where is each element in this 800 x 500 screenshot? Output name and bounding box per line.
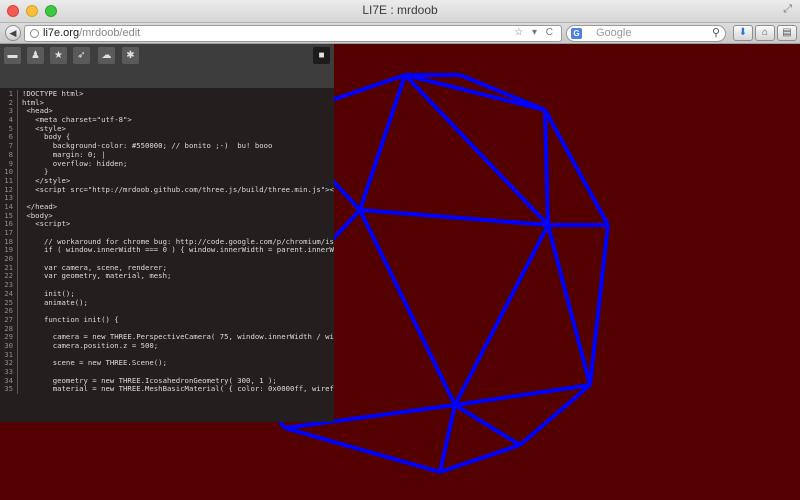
code-text: html> <box>22 97 44 107</box>
code-line: 25 animate(); <box>0 297 334 308</box>
url-path: /mrdoob/edit <box>79 27 141 39</box>
code-text: } <box>22 167 49 177</box>
address-text: li7e.org/mrdoob/edit <box>43 27 140 39</box>
code-text: material = new THREE.MeshBasicMaterial( … <box>22 384 334 394</box>
code-line: 35 material = new THREE.MeshBasicMateria… <box>0 384 334 395</box>
code-text: </style> <box>22 175 71 185</box>
editor-toolbar: ▬ ♟ ★ ➶ ☁ ✱ ■ <box>0 44 334 88</box>
home-button[interactable]: ⌂ <box>755 25 775 41</box>
code-text: camera.position.z = 500; <box>22 340 159 350</box>
code-text: <style> <box>22 123 66 133</box>
code-text: // workaround for chrome bug: http://cod… <box>22 236 334 246</box>
editor-star-icon[interactable]: ★ <box>50 47 67 64</box>
search-placeholder: Google <box>596 27 632 39</box>
editor-toggle-button[interactable]: ■ <box>313 47 330 64</box>
bookmark-reload-icons[interactable]: ☆ ▾ C <box>514 27 556 38</box>
window-title: LI7E : mrdoob <box>362 3 438 17</box>
download-button[interactable]: ⬇ <box>733 25 753 41</box>
code-text: <script src="http://mrdoob.github.com/th… <box>22 184 334 194</box>
code-area[interactable]: 1 !DOCTYPE html> 2 html> 3 <head> 4 <meta cha… <box>0 89 334 395</box>
code-text: overflow: hidden; <box>22 158 128 168</box>
globe-icon <box>30 29 39 38</box>
code-text: var camera, scene, renderer; <box>22 262 167 272</box>
code-line: 22 var geometry, material, mesh; <box>0 271 334 282</box>
code-text: !DOCTYPE html> <box>22 89 84 98</box>
code-text: <script> <box>22 219 71 229</box>
code-text: camera = new THREE.PerspectiveCamera( 75… <box>22 332 334 342</box>
code-text: function init() { <box>22 314 119 324</box>
fullscreen-icon[interactable]: ⤢ <box>783 3 792 16</box>
search-input[interactable]: G Google ⚲ <box>566 25 726 42</box>
code-editor-panel: ▬ ♟ ★ ➶ ☁ ✱ ■ 1 !DOCTYPE html> 2 html> 3 <head> 4 <… <box>0 44 334 422</box>
code-line: 12 <script src="http://mrdoob.github.com… <box>0 184 334 195</box>
code-text: animate(); <box>22 297 88 307</box>
code-line: 27 function init() { <box>0 314 334 325</box>
code-text: scene = new THREE.Scene(); <box>22 358 167 368</box>
code-text: body { <box>22 132 71 142</box>
editor-book-icon[interactable]: ▬ <box>4 47 21 64</box>
code-line: 19 if ( window.innerWidth === 0 ) { wind… <box>0 245 334 256</box>
code-text: <body> <box>22 210 53 220</box>
code-text: init(); <box>22 288 75 298</box>
editor-share-icon[interactable]: ☁ <box>98 47 115 64</box>
editor-rocket-icon[interactable]: ➶ <box>73 47 90 64</box>
code-line: 32 scene = new THREE.Scene(); <box>0 358 334 369</box>
code-text: <head> <box>22 106 53 116</box>
line-number: 35 <box>0 385 18 395</box>
tools-button[interactable]: ▤ <box>777 25 797 41</box>
code-text: </head> <box>22 201 58 211</box>
code-line: 30 camera.position.z = 500; <box>0 340 334 351</box>
code-line: 9 overflow: hidden; <box>0 158 334 169</box>
search-icon[interactable]: ⚲ <box>712 26 720 39</box>
google-icon[interactable]: G <box>571 28 582 39</box>
code-text: geometry = new THREE.IcosahedronGeometry… <box>22 375 277 385</box>
back-button[interactable]: ◀ <box>5 25 21 41</box>
browser-toolbar: ◀ li7e.org/mrdoob/edit ☆ ▾ C G Google ⚲ … <box>0 23 800 44</box>
code-text: background-color: #550000; // bonito ;-)… <box>22 141 273 151</box>
editor-gear-icon[interactable]: ✱ <box>122 47 139 64</box>
editor-person-icon[interactable]: ♟ <box>27 47 44 64</box>
url-host: li7e.org <box>43 27 80 39</box>
code-line: 1 !DOCTYPE html> <box>0 89 334 99</box>
window-titlebar: LI7E : mrdoob ⤢ <box>0 0 800 23</box>
code-text: var geometry, material, mesh; <box>22 271 172 281</box>
address-bar[interactable]: li7e.org/mrdoob/edit ☆ ▾ C <box>24 25 562 42</box>
code-text: <meta charset="utf-8"> <box>22 115 132 125</box>
code-text: margin: 0; | <box>22 149 106 159</box>
code-text: if ( window.innerWidth === 0 ) { window.… <box>22 245 334 255</box>
code-line: 16 <script> <box>0 219 334 230</box>
